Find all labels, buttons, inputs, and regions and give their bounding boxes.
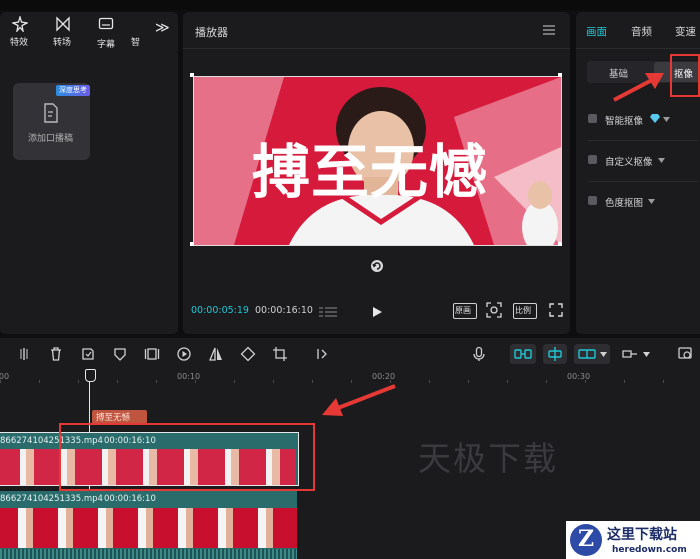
- toolbar-item-transition[interactable]: 转场: [50, 16, 80, 48]
- corner-watermark-title: 这里下载站: [607, 527, 677, 543]
- snap-icon: [548, 347, 562, 361]
- smart-icon: 智: [131, 38, 141, 48]
- chevron-down-icon: [663, 117, 670, 122]
- checkbox[interactable]: [588, 155, 597, 164]
- chevron-down-icon: [600, 352, 607, 357]
- reverse-play-icon[interactable]: [176, 346, 192, 362]
- ruler-ticks: [0, 380, 700, 383]
- original-quality-label: 原画: [455, 306, 471, 315]
- option-custom-cutout[interactable]: 自定义抠像: [588, 153, 698, 168]
- annotation-box-cutout: [670, 54, 700, 97]
- track-settings-button[interactable]: [620, 344, 656, 364]
- original-quality-button[interactable]: 原画: [453, 303, 477, 319]
- options-divider: [588, 181, 698, 182]
- snap-toggle-button[interactable]: [543, 344, 567, 364]
- subtitle-icon: [98, 17, 114, 30]
- sparkle-icon: [12, 16, 28, 32]
- bowtie-icon: [56, 16, 70, 32]
- split-icon[interactable]: [16, 346, 32, 362]
- text-clip-label: 搏至无憾: [96, 413, 131, 423]
- annotation-box-clip: [59, 423, 315, 491]
- chevron-down-icon: [658, 158, 665, 163]
- preview-axis-button[interactable]: [574, 344, 610, 364]
- player-menu-icon[interactable]: [543, 25, 555, 35]
- link-toggle-button[interactable]: [510, 344, 536, 364]
- script-doc-icon: [44, 103, 58, 123]
- ratio-button[interactable]: 比例: [513, 303, 537, 319]
- diamond-icon: [650, 114, 660, 123]
- corner-watermark: Z 这里下载站 heredown.com: [566, 521, 700, 559]
- preview-axis-icon: [578, 349, 596, 359]
- subtab-basic[interactable]: 基础: [609, 66, 628, 80]
- top-bar: [0, 0, 700, 10]
- grid-icon[interactable]: [319, 306, 337, 318]
- text-clip[interactable]: 搏至无憾: [92, 410, 147, 424]
- option-smart-cutout[interactable]: 智能抠像: [588, 112, 698, 127]
- tab-speed[interactable]: 变速: [675, 24, 696, 39]
- audio-waveform: [0, 549, 297, 559]
- right-panel-divider: [576, 48, 700, 49]
- option-label: 智能抠像: [605, 116, 644, 127]
- options-divider: [588, 140, 698, 141]
- play-icon[interactable]: [371, 306, 383, 318]
- clip-thumbnails: [0, 508, 297, 548]
- add-script-label: 添加口播稿: [28, 134, 74, 144]
- toolbar-label: 转场: [53, 38, 72, 48]
- chevron-down-icon: [643, 352, 650, 357]
- crop-icon[interactable]: [272, 346, 288, 362]
- checkbox[interactable]: [588, 196, 597, 205]
- mark-icon[interactable]: [80, 346, 96, 362]
- toolbar-item-effects[interactable]: 特效: [6, 16, 36, 48]
- mirror-icon[interactable]: [208, 346, 224, 362]
- tab-audio[interactable]: 音频: [631, 24, 652, 39]
- shield-icon[interactable]: [112, 346, 128, 362]
- timeline-ruler[interactable]: 00:00 00:10 00:20 00:30: [0, 368, 700, 384]
- zoom-icon[interactable]: [678, 346, 694, 362]
- toolbar-item-smart[interactable]: 智: [128, 30, 146, 48]
- total-time: 00:00:16:10: [255, 305, 313, 316]
- left-panel: [0, 12, 178, 334]
- checkbox[interactable]: [588, 114, 597, 123]
- crop-handle[interactable]: [190, 73, 194, 77]
- watermark-center: 天极下载: [418, 439, 558, 478]
- rotate-clip-icon[interactable]: [240, 346, 256, 362]
- toolbar-label: 特效: [10, 38, 29, 48]
- site-logo-icon: Z: [570, 524, 602, 556]
- option-label: 自定义抠像: [605, 157, 653, 168]
- video-caption-text: 搏至无憾: [252, 138, 489, 206]
- clip-filename: 866274104251335.mp4: [0, 494, 103, 504]
- focus-icon[interactable]: [486, 302, 502, 318]
- toolbar-label: 字幕: [97, 40, 116, 50]
- video-preview[interactable]: 搏至无憾: [193, 76, 562, 246]
- clip-duration: 00:00:16:10: [104, 494, 156, 504]
- crop-handle[interactable]: [558, 73, 562, 77]
- delete-icon[interactable]: [48, 346, 64, 362]
- player-title: 播放器: [195, 26, 228, 39]
- deep-thinking-badge: 深度思考: [56, 85, 90, 96]
- freeze-frame-icon[interactable]: [144, 346, 160, 362]
- rotate-icon[interactable]: [370, 259, 384, 273]
- crop-handle[interactable]: [558, 242, 562, 246]
- chevron-down-icon: [648, 199, 655, 204]
- crop-handle[interactable]: [190, 242, 194, 246]
- track-settings-icon: [622, 350, 637, 358]
- tab-picture[interactable]: 画面: [586, 24, 607, 39]
- microphone-icon[interactable]: [471, 346, 487, 362]
- fullscreen-icon[interactable]: [549, 303, 563, 317]
- site-logo-letter: Z: [578, 526, 595, 552]
- player-divider: [183, 48, 570, 49]
- playhead-handle[interactable]: [85, 369, 96, 382]
- link-icon: [514, 349, 532, 359]
- toolbar-item-subtitle[interactable]: 字幕: [92, 16, 122, 50]
- more-tools-icon[interactable]: [316, 346, 332, 362]
- video-clip-2[interactable]: 866274104251335.mp4 00:00:16:10: [0, 491, 297, 559]
- ratio-label: 比例: [515, 306, 531, 315]
- corner-watermark-url: heredown.com: [612, 545, 687, 555]
- option-chroma-key[interactable]: 色度抠图: [588, 194, 698, 209]
- current-time: 00:00:05:19: [191, 305, 249, 316]
- option-label: 色度抠图: [605, 198, 644, 209]
- toolbar-more-button[interactable]: ≫: [155, 20, 170, 36]
